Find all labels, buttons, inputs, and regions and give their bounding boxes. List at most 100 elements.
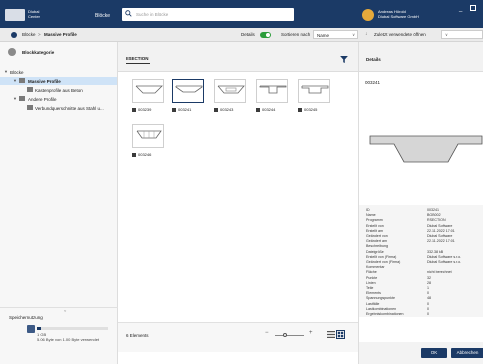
- zoom-slider-handle[interactable]: [283, 333, 287, 337]
- property-key: Kommentar: [366, 265, 385, 270]
- property-key: Beschreibung: [366, 244, 388, 249]
- element-count: 6 Elements: [126, 333, 149, 338]
- section-shape-icon: [136, 130, 162, 139]
- tree-item-verbundquerschnitte[interactable]: Verbundquerschnitte aus Stahl u...: [0, 104, 117, 112]
- property-key: Erstellt von (Firma): [366, 254, 397, 259]
- user-company: Dlubal Software GmbH: [378, 13, 419, 19]
- folder-icon: [27, 105, 33, 110]
- section-shape-icon: [259, 85, 287, 94]
- property-key: Ergebniskombinationen: [366, 312, 404, 316]
- property-key: Linien: [366, 280, 376, 285]
- property-key: Geändert am: [366, 239, 387, 244]
- list-view-icon[interactable]: [327, 331, 335, 338]
- search-input[interactable]: Suche in Blöcke: [122, 8, 294, 21]
- property-value: Dlubal Software: [427, 234, 453, 238]
- dlubal-logo-icon: [5, 9, 25, 21]
- zoom-out-button[interactable]: −: [265, 330, 269, 336]
- memory-detail: 5.06 Byte von 1.00 Byte verwendet: [37, 337, 100, 342]
- tree-item-label: Blöcke: [10, 69, 24, 75]
- sidebar-scroll-handle[interactable]: ≈: [0, 307, 118, 313]
- user-avatar[interactable]: [362, 9, 374, 21]
- expand-icon[interactable]: ▼: [4, 69, 8, 74]
- tree-item-bloecke[interactable]: ▼ Blöcke: [0, 68, 117, 76]
- minimize-icon[interactable]: _: [459, 6, 462, 12]
- home-icon[interactable]: [11, 32, 17, 38]
- ok-button[interactable]: OK: [421, 348, 447, 358]
- blocks-panel: IISECTION 003239 003241 003243 003244 00…: [118, 42, 358, 364]
- zoom-slider[interactable]: [275, 335, 304, 336]
- breadcrumb-root[interactable]: Blöcke: [22, 32, 36, 37]
- tree-item-label: Kastenprofile aus Beton: [35, 87, 83, 93]
- user-info[interactable]: Andreas Hörold Dlubal Software GmbH: [378, 9, 419, 19]
- property-value: 0: [427, 306, 429, 311]
- cancel-button[interactable]: Abbrechen: [451, 348, 483, 358]
- sidebar: Blockkategorie ▼ Blöcke ▼ Massive Profil…: [0, 42, 118, 364]
- property-key: Geändert von (Firma): [366, 260, 401, 264]
- property-key: Fläche: [366, 270, 377, 275]
- maximize-icon[interactable]: [470, 5, 476, 11]
- sort-select[interactable]: Name ∨: [313, 30, 358, 39]
- tree-item-massive-profile[interactable]: ▼ Massive Profile: [0, 77, 117, 85]
- property-value: 003241: [427, 208, 439, 212]
- breadcrumb-current: Massive Profile: [44, 32, 77, 37]
- search-icon: [125, 10, 132, 17]
- property-key: Spannungspunkte: [366, 296, 395, 301]
- details-selected-id: 003241: [365, 80, 381, 85]
- block-tile-label: 003245: [298, 107, 317, 112]
- filter-icon[interactable]: [340, 56, 348, 63]
- tab-bar: IISECTION: [118, 42, 358, 72]
- details-panel: Details 003241 ID 003241 Name BGB002 Program…: [358, 42, 483, 364]
- block-category-icon: [8, 48, 16, 56]
- property-key: Lastkombinationen: [366, 306, 397, 311]
- property-key: Erstellt am: [366, 228, 383, 233]
- logo-line-2: Center: [28, 13, 41, 19]
- tree-item-kastenprofile[interactable]: Kastenprofile aus Beton: [0, 86, 117, 94]
- memory-icon: [27, 325, 35, 333]
- block-tile[interactable]: [214, 79, 246, 103]
- section-shape-icon: [301, 85, 329, 94]
- expand-icon[interactable]: ▼: [13, 78, 17, 83]
- details-toggle[interactable]: [260, 32, 271, 38]
- tree-item-andere-profile[interactable]: ▼ Andere Profile: [0, 95, 117, 103]
- block-tile[interactable]: [256, 79, 288, 103]
- property-key: Elements: [366, 291, 381, 296]
- expand-icon[interactable]: ▼: [13, 96, 17, 101]
- memory-bar: [37, 327, 108, 330]
- tree-item-label: Andere Profile: [28, 96, 57, 102]
- chevron-down-icon: ∨: [445, 32, 448, 37]
- title-bar: Dlubal Center Blöcke Suche in Blöcke And…: [0, 0, 483, 28]
- block-tile-label: 003246: [132, 152, 151, 157]
- property-key: Name: [366, 213, 376, 218]
- section-shape-icon: [175, 85, 203, 93]
- property-value: 32: [427, 275, 431, 280]
- property-value: 48: [427, 296, 431, 301]
- property-key: Teile: [366, 286, 374, 290]
- sidebar-header: Blockkategorie: [22, 50, 55, 55]
- block-tile-selected[interactable]: [172, 79, 204, 103]
- grid-view-icon[interactable]: [336, 330, 345, 339]
- tab-isection[interactable]: IISECTION: [126, 56, 149, 61]
- property-value: nicht berechnet: [427, 270, 452, 275]
- breadcrumb-separator: >: [38, 32, 41, 37]
- app-title: Blöcke: [95, 13, 111, 19]
- property-key: Dateigröße: [366, 249, 384, 254]
- sort-label: Sortieren nach: [281, 32, 311, 37]
- block-tile[interactable]: [132, 79, 164, 103]
- details-header: Details: [359, 42, 483, 72]
- folder-icon: [19, 96, 25, 101]
- recent-select[interactable]: ∨: [441, 30, 483, 39]
- property-value: 28: [427, 280, 431, 285]
- property-key: Punkte: [366, 275, 378, 280]
- property-value: RSECTION: [427, 218, 446, 223]
- sort-direction-icon[interactable]: ↓: [365, 31, 368, 37]
- property-value: BGB002: [427, 213, 441, 218]
- zoom-in-button[interactable]: +: [309, 330, 313, 336]
- block-tile[interactable]: [298, 79, 330, 103]
- tree-item-label: Verbundquerschnitte aus Stahl u...: [35, 105, 104, 111]
- section-preview: [362, 90, 483, 201]
- memory-title: Speichernutzung: [9, 315, 43, 320]
- block-tile-label: 003243: [214, 107, 233, 112]
- chevron-down-icon: ∨: [352, 32, 355, 37]
- block-tile[interactable]: [132, 124, 164, 148]
- status-bar: 6 Elements − +: [118, 322, 358, 352]
